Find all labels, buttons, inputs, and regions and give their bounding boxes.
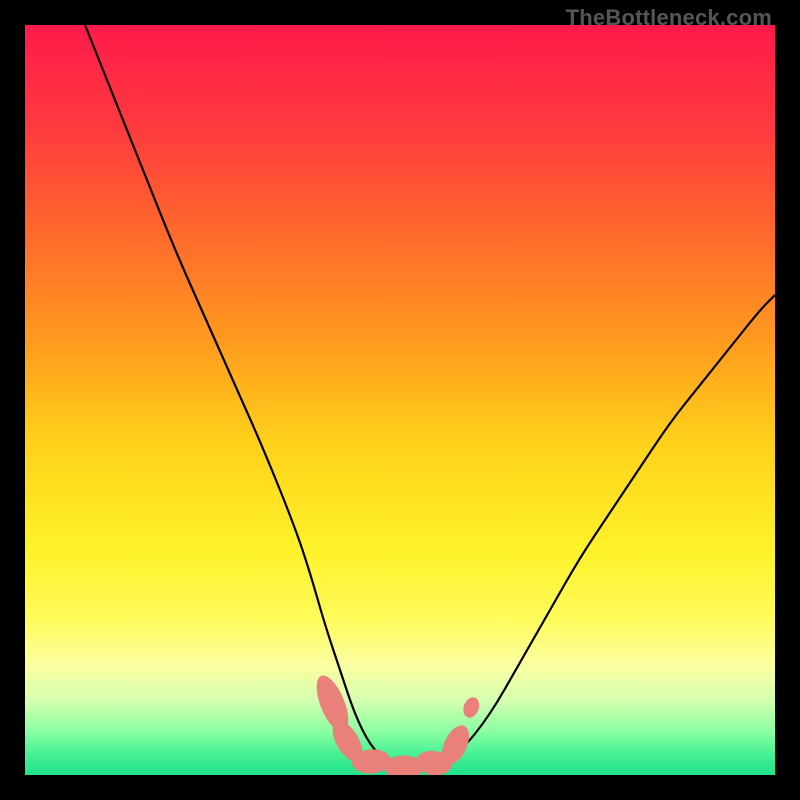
gradient-background <box>25 25 775 775</box>
chart-frame: TheBottleneck.com <box>0 0 800 800</box>
plot-area <box>25 25 775 775</box>
watermark-text: TheBottleneck.com <box>566 5 772 31</box>
bottleneck-chart <box>25 25 775 775</box>
